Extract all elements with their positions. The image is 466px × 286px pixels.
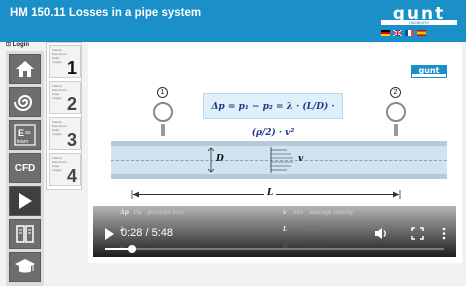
elearn-icon: E ∞ learn bbox=[14, 124, 36, 146]
video-controls: 0:28 / 5:48 bbox=[93, 221, 456, 257]
formula-box: Δp = p₁ − p₂ = λ · (L/D) · (ρ/2) · v² bbox=[203, 93, 343, 138]
sidebar-item-home[interactable] bbox=[9, 54, 41, 84]
chapter-card-3[interactable]: Videos/ Experiment Study Images 3 bbox=[49, 117, 81, 150]
gauge-1-label: 1 bbox=[157, 87, 168, 98]
content-area: gunt Δp = p₁ − p₂ = λ · (L/D) · (ρ/2) · … bbox=[88, 43, 462, 263]
video-gunt-logo: gunt bbox=[411, 65, 447, 78]
chapter-number: 1 bbox=[66, 58, 77, 78]
length-label: L bbox=[264, 188, 277, 198]
video-player[interactable]: gunt Δp = p₁ − p₂ = λ · (L/D) · (ρ/2) · … bbox=[93, 55, 456, 257]
diameter-arrow-icon bbox=[207, 147, 215, 173]
legend-symbol: Δp bbox=[120, 209, 129, 216]
chapter-panel: Videos/ Experiment Study Images 1 Videos… bbox=[46, 42, 82, 190]
legend-row-1: Δp Pa pressure loss bbox=[120, 209, 184, 216]
legend-desc: average velocity bbox=[309, 210, 353, 216]
sidebar-item-graduate[interactable] bbox=[9, 252, 41, 282]
flag-german-icon[interactable] bbox=[381, 30, 390, 36]
svg-text:learn: learn bbox=[17, 139, 28, 145]
svg-text:gunt: gunt bbox=[419, 66, 440, 75]
volume-icon[interactable] bbox=[374, 227, 388, 240]
spiral-icon bbox=[14, 95, 33, 111]
svg-text:∞: ∞ bbox=[25, 128, 31, 137]
chapter-caption: Videos/ Experiment Study Images bbox=[52, 120, 68, 136]
sidebar-item-video[interactable] bbox=[9, 186, 41, 216]
document-icon bbox=[16, 225, 34, 243]
progress-knob[interactable] bbox=[128, 245, 137, 253]
legend-unit: m/s bbox=[293, 210, 303, 216]
home-icon bbox=[16, 61, 34, 77]
language-flags bbox=[381, 30, 426, 36]
login-label: Login bbox=[12, 42, 30, 48]
logo-subtitle: HAMBURG bbox=[381, 20, 457, 25]
time-display: 0:28 / 5:48 bbox=[121, 227, 173, 239]
legend-symbol: v bbox=[283, 209, 287, 216]
flag-uk-icon[interactable] bbox=[393, 30, 402, 36]
chapter-number: 2 bbox=[66, 94, 77, 114]
cfd-label: CFD bbox=[14, 162, 36, 174]
chapter-caption: Videos/ Experiment Study Images bbox=[52, 48, 68, 64]
diameter-label: D bbox=[216, 154, 224, 164]
gauge-2-label: 2 bbox=[390, 87, 401, 98]
play-icon[interactable] bbox=[105, 228, 114, 240]
chapter-caption: Videos/ Experiment Study Images bbox=[52, 156, 68, 172]
svg-text:E: E bbox=[18, 128, 24, 138]
legend-unit: Pa bbox=[133, 210, 142, 216]
chapter-caption: Videos/ Experiment Study Images bbox=[52, 84, 68, 100]
chapter-number: 3 bbox=[66, 130, 77, 150]
app-window: HM 150.11 Losses in a pipe system gunt H… bbox=[0, 0, 466, 286]
graduation-cap-icon bbox=[15, 259, 35, 273]
page-title: HM 150.11 Losses in a pipe system bbox=[10, 7, 202, 19]
flag-spanish-icon[interactable] bbox=[417, 30, 426, 36]
gauge-2-stem bbox=[394, 124, 398, 136]
velocity-profile-icon bbox=[270, 147, 293, 173]
sidebar-item-spiral[interactable] bbox=[9, 87, 41, 117]
pressure-gauge-1-icon bbox=[153, 102, 173, 122]
play-icon bbox=[19, 193, 32, 209]
chapter-card-4[interactable]: Videos/ Experiment Study Images 4 bbox=[49, 153, 81, 186]
header-bar: HM 150.11 Losses in a pipe system gunt H… bbox=[0, 0, 466, 42]
sidebar-item-cfd[interactable]: CFD bbox=[9, 153, 41, 183]
sidebar: E ∞ learn CFD bbox=[6, 51, 44, 286]
fullscreen-icon[interactable] bbox=[411, 227, 424, 240]
chapter-card-2[interactable]: Videos/ Experiment Study Images 2 bbox=[49, 81, 81, 114]
gunt-logo[interactable]: gunt HAMBURG bbox=[381, 4, 457, 26]
pressure-gauge-2-icon bbox=[386, 102, 406, 122]
more-icon[interactable] bbox=[442, 227, 446, 240]
flag-french-icon[interactable] bbox=[405, 30, 414, 36]
login-link[interactable]: ⊡ Login bbox=[6, 41, 44, 50]
velocity-label: v bbox=[298, 154, 304, 164]
progress-bar[interactable] bbox=[105, 245, 444, 253]
chapter-card-1[interactable]: Videos/ Experiment Study Images 1 bbox=[49, 45, 81, 78]
sidebar-item-elearn[interactable]: E ∞ learn bbox=[9, 120, 41, 150]
chapter-number: 4 bbox=[66, 166, 77, 186]
legend-desc: pressure loss bbox=[147, 210, 184, 216]
legend-row-1b: v m/s average velocity bbox=[283, 209, 353, 216]
pipe-wall-bottom bbox=[111, 174, 447, 179]
gauge-1-stem bbox=[161, 124, 165, 136]
sidebar-item-docs[interactable] bbox=[9, 219, 41, 249]
